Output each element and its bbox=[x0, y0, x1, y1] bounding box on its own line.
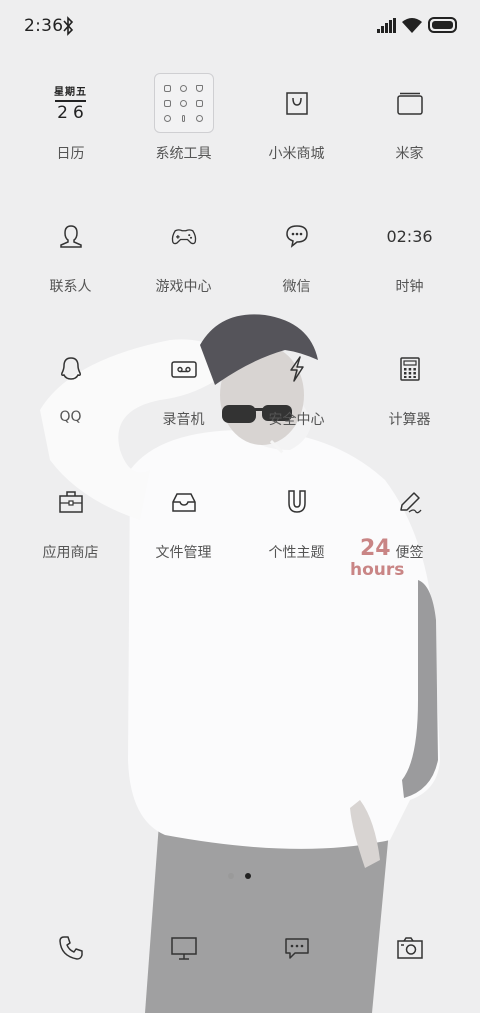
clock-widget-time: 02:36 bbox=[386, 226, 433, 246]
messages-icon bbox=[284, 938, 309, 959]
folder-system-tools[interactable]: 系统工具 bbox=[127, 72, 240, 205]
app-file-manager[interactable]: 文件管理 bbox=[127, 471, 240, 604]
chat-bubble-icon bbox=[285, 225, 308, 248]
dock-messages[interactable] bbox=[240, 918, 353, 978]
app-grid: 星期五 26 日历 系统工具 小米商城 米家 联系人 游戏中心 微信 02:36… bbox=[14, 72, 466, 604]
stacked-cards-icon bbox=[396, 92, 423, 115]
camera-icon bbox=[396, 937, 423, 959]
app-label: 时钟 bbox=[395, 279, 424, 295]
app-label: 计算器 bbox=[388, 412, 431, 428]
dock bbox=[14, 918, 466, 978]
app-label: QQ bbox=[59, 409, 82, 425]
app-label: 个性主题 bbox=[268, 545, 325, 561]
shopping-bag-icon bbox=[285, 92, 308, 115]
app-label: 微信 bbox=[282, 279, 311, 295]
app-label: 日历 bbox=[56, 146, 85, 162]
app-game-center[interactable]: 游戏中心 bbox=[127, 205, 240, 338]
dock-browser[interactable] bbox=[127, 918, 240, 978]
app-mi-store[interactable]: 小米商城 bbox=[240, 72, 353, 205]
app-calculator[interactable]: 计算器 bbox=[353, 338, 466, 471]
pen-icon bbox=[399, 492, 422, 514]
clock-icon: 02:36 bbox=[379, 205, 441, 267]
app-recorder[interactable]: 录音机 bbox=[127, 338, 240, 471]
briefcase-icon bbox=[58, 491, 83, 513]
page-dot-active[interactable] bbox=[245, 873, 251, 879]
app-mijia[interactable]: 米家 bbox=[353, 72, 466, 205]
penguin-icon bbox=[60, 357, 81, 380]
dock-phone[interactable] bbox=[14, 918, 127, 978]
calendar-icon: 星期五 26 bbox=[40, 72, 102, 134]
cassette-icon bbox=[170, 361, 197, 378]
app-wechat[interactable]: 微信 bbox=[240, 205, 353, 338]
contact-icon bbox=[59, 225, 82, 248]
app-app-store[interactable]: 应用商店 bbox=[14, 471, 127, 604]
dock-camera[interactable] bbox=[353, 918, 466, 978]
app-themes[interactable]: 个性主题 bbox=[240, 471, 353, 604]
folder-icon bbox=[153, 73, 214, 133]
app-security-center[interactable]: 安全中心 bbox=[240, 338, 353, 471]
app-qq[interactable]: QQ bbox=[14, 338, 127, 471]
app-label: 游戏中心 bbox=[155, 279, 212, 295]
battery-icon bbox=[428, 17, 457, 33]
signal-icon bbox=[377, 18, 396, 33]
wifi-icon bbox=[402, 18, 422, 33]
app-label: 米家 bbox=[395, 146, 424, 162]
browser-monitor-icon bbox=[170, 937, 197, 960]
app-label: 系统工具 bbox=[155, 146, 212, 162]
app-clock[interactable]: 02:36 时钟 bbox=[353, 205, 466, 338]
app-label: 联系人 bbox=[49, 279, 92, 295]
app-notes[interactable]: 便签 bbox=[353, 471, 466, 604]
app-calendar[interactable]: 星期五 26 日历 bbox=[14, 72, 127, 205]
phone-icon bbox=[58, 936, 83, 960]
bluetooth-icon bbox=[63, 16, 74, 36]
magnet-icon bbox=[287, 490, 306, 513]
status-bar: 2:36 bbox=[0, 0, 480, 52]
app-label: 小米商城 bbox=[268, 146, 325, 162]
status-time: 2:36 bbox=[24, 16, 64, 36]
lightning-icon bbox=[289, 356, 304, 382]
app-label: 安全中心 bbox=[268, 412, 325, 428]
app-label: 便签 bbox=[395, 545, 424, 561]
app-label: 应用商店 bbox=[42, 545, 99, 561]
gamepad-icon bbox=[171, 229, 196, 245]
page-indicator bbox=[228, 873, 251, 879]
inbox-tray-icon bbox=[171, 493, 196, 512]
app-contacts[interactable]: 联系人 bbox=[14, 205, 127, 338]
calendar-weekday: 星期五 bbox=[53, 87, 87, 99]
app-label: 录音机 bbox=[162, 412, 205, 428]
calendar-day: 26 bbox=[57, 102, 89, 123]
calculator-icon bbox=[399, 357, 420, 381]
app-label: 文件管理 bbox=[155, 545, 212, 561]
page-dot[interactable] bbox=[228, 873, 234, 879]
